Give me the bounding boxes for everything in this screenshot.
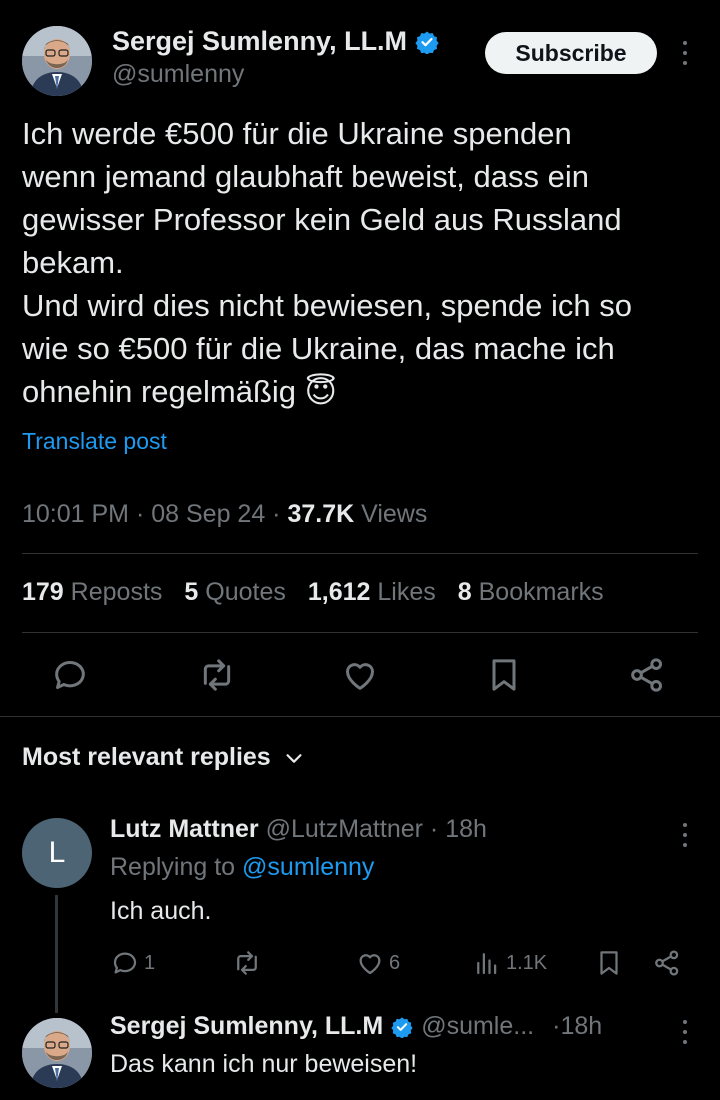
replying-to-label: Replying to bbox=[110, 853, 236, 881]
reply-share-button[interactable] bbox=[652, 948, 682, 978]
post-text-line: wie so €500 für die Ukraine, das mache i… bbox=[22, 331, 615, 366]
verified-badge-icon bbox=[415, 30, 439, 55]
post-text-line: Und wird dies nicht bewiesen, spende ich… bbox=[22, 288, 633, 323]
author-name[interactable]: Sergej Sumlenny, LL.M bbox=[112, 26, 439, 57]
quotes-label: Quotes bbox=[205, 578, 286, 606]
replying-to: Replying to @sumlenny bbox=[110, 853, 374, 882]
more-icon[interactable] bbox=[675, 38, 695, 68]
reply-time[interactable]: 18h bbox=[445, 815, 487, 843]
reply-text: Ich auch. bbox=[110, 897, 212, 925]
reposts-label: Reposts bbox=[70, 578, 163, 606]
reply-views-button[interactable]: 1.1K bbox=[472, 948, 547, 978]
reposts-count: 179 bbox=[22, 578, 64, 606]
more-icon[interactable] bbox=[675, 1017, 695, 1047]
bookmark-icon[interactable] bbox=[484, 655, 524, 695]
verified-badge-icon bbox=[391, 1016, 413, 1039]
post-stats: 179 Reposts 5 Quotes 1,612 Likes 8 Bookm… bbox=[22, 578, 604, 607]
views-label: Views bbox=[361, 500, 428, 528]
post-date[interactable]: 08 Sep 24 bbox=[151, 500, 265, 528]
reply-icon[interactable] bbox=[50, 655, 90, 695]
post-text: Ich werde €500 für die Ukraine spenden w… bbox=[22, 112, 702, 413]
reply-author-name[interactable]: Lutz Mattner bbox=[110, 815, 259, 843]
reply-count: 1 bbox=[144, 951, 156, 974]
subscribe-button[interactable]: Subscribe bbox=[485, 32, 657, 74]
separator: · bbox=[429, 815, 439, 843]
divider bbox=[0, 716, 720, 717]
replying-to-handle[interactable]: @sumlenny bbox=[242, 853, 374, 881]
reply-header: Sergej Sumlenny, LL.M @sumle... · 18h bbox=[110, 1012, 602, 1041]
post-time[interactable]: 10:01 PM bbox=[22, 500, 129, 528]
post-text-line: wenn jemand glaubhaft beweist, dass ein bbox=[22, 159, 589, 194]
reply-header: Lutz Mattner @LutzMattner · 18h bbox=[110, 815, 487, 844]
reply-repost-button[interactable] bbox=[232, 948, 262, 978]
reply-author-handle[interactable]: @sumle... bbox=[421, 1012, 534, 1041]
reply-author-name[interactable]: Sergej Sumlenny, LL.M bbox=[110, 1012, 383, 1041]
post-text-line: bekam. bbox=[22, 245, 124, 280]
bookmarks-stat[interactable]: 8 Bookmarks bbox=[458, 578, 604, 607]
like-count: 6 bbox=[389, 951, 401, 974]
post-text-line: Ich werde €500 für die Ukraine spenden bbox=[22, 116, 572, 151]
reply-text: Das kann ich nur beweisen! bbox=[110, 1050, 418, 1078]
reply-author-handle[interactable]: @LutzMattner bbox=[266, 815, 423, 843]
likes-count: 1,612 bbox=[307, 578, 371, 606]
bookmarks-count: 8 bbox=[457, 578, 472, 606]
views-icon bbox=[477, 953, 497, 975]
post-text-line: gewisser Professor kein Geld aus Russlan… bbox=[22, 202, 622, 237]
like-icon bbox=[359, 954, 381, 975]
translate-post-link[interactable]: Translate post bbox=[22, 428, 167, 455]
thread-line bbox=[55, 895, 58, 1013]
quotes-count: 5 bbox=[184, 578, 199, 606]
repost-icon bbox=[237, 951, 257, 975]
reply-icon bbox=[113, 952, 137, 974]
reply-avatar[interactable] bbox=[22, 1018, 92, 1088]
author-handle[interactable]: @sumlenny bbox=[112, 60, 244, 89]
reply-avatar[interactable]: L bbox=[22, 818, 92, 888]
author-name-text[interactable]: Sergej Sumlenny, LL.M bbox=[112, 26, 407, 57]
chevron-down-icon bbox=[283, 747, 305, 769]
author-avatar[interactable] bbox=[22, 26, 92, 96]
like-icon[interactable] bbox=[340, 655, 380, 695]
bookmarks-label: Bookmarks bbox=[478, 578, 604, 606]
post-text-line: ohnehin regelmäßig 😇 bbox=[22, 374, 337, 409]
replies-header-label: Most relevant replies bbox=[22, 743, 271, 771]
reply-reply-button[interactable]: 1 bbox=[110, 948, 155, 978]
bookmark-icon bbox=[600, 951, 618, 975]
repost-icon[interactable] bbox=[197, 655, 237, 695]
reply-bookmark-button[interactable] bbox=[594, 948, 624, 978]
views-count: 37.7K bbox=[287, 500, 355, 528]
likes-label: Likes bbox=[377, 578, 436, 606]
post-meta: 10:01 PM · 08 Sep 24 · 37.7K Views bbox=[22, 500, 428, 528]
quotes-stat[interactable]: 5 Quotes bbox=[184, 578, 285, 607]
reply-time[interactable]: 18h bbox=[560, 1012, 602, 1041]
share-icon[interactable] bbox=[627, 655, 667, 695]
reposts-stat[interactable]: 179 Reposts bbox=[22, 578, 162, 607]
likes-stat[interactable]: 1,612 Likes bbox=[308, 578, 436, 607]
reply-like-button[interactable]: 6 bbox=[355, 948, 400, 978]
replies-sort-dropdown[interactable]: Most relevant replies bbox=[22, 743, 305, 772]
divider bbox=[22, 553, 698, 554]
separator: · bbox=[552, 1012, 561, 1040]
share-icon bbox=[655, 950, 679, 976]
divider bbox=[22, 632, 698, 633]
view-count: 1.1K bbox=[506, 951, 548, 974]
more-icon[interactable] bbox=[675, 820, 695, 850]
